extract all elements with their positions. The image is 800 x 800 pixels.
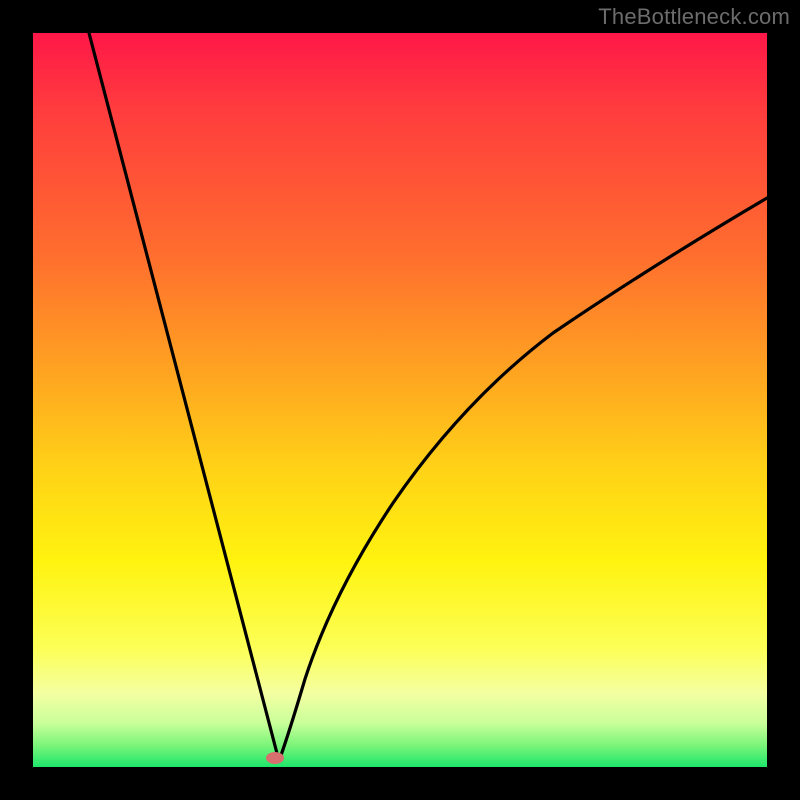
optimal-marker xyxy=(266,752,284,764)
watermark-text: TheBottleneck.com xyxy=(598,4,790,30)
bottleneck-curve xyxy=(33,33,767,767)
plot-area xyxy=(33,33,767,767)
curve-left-branch xyxy=(89,33,279,761)
chart-frame: TheBottleneck.com xyxy=(0,0,800,800)
curve-right-branch xyxy=(279,198,767,761)
